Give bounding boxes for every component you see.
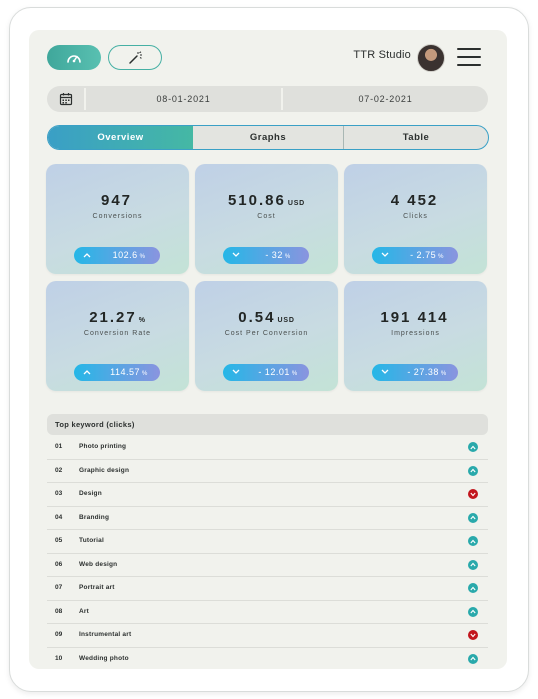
metric-label: Conversion Rate (83, 330, 152, 337)
change-badge[interactable]: - 2.75% (372, 247, 458, 264)
menu-button[interactable] (457, 45, 481, 69)
chevron-up-icon (83, 253, 91, 258)
chevron-up-icon (83, 370, 91, 375)
magic-wand-button[interactable] (108, 45, 162, 70)
trend-down-icon (468, 630, 478, 640)
change-badge[interactable]: 114.57% (74, 364, 160, 381)
list-item[interactable]: 06 Web design (47, 554, 488, 577)
change-badge[interactable]: - 12.01% (223, 364, 309, 381)
metric-value: 21.27 (89, 309, 137, 326)
view-tabs: Overview Graphs Table (47, 125, 489, 150)
hamburger-menu-icon (457, 48, 481, 50)
metric-value: 510.86 (227, 192, 286, 209)
list-item[interactable]: 05 Tutorial (47, 530, 488, 554)
speedometer-icon (67, 54, 81, 63)
date-range-bar: 08-01-2021 07-02-2021 (47, 86, 488, 112)
list-item[interactable]: 02 Graphic design (47, 460, 488, 483)
keywords-list: 01 Photo printing 02 Graphic design 03 Desi… (47, 436, 488, 669)
metric-card-impressions: 191 414 Impressions - 27.38% (344, 281, 487, 391)
metric-label: Cost Per Conversion (224, 330, 309, 337)
list-item[interactable]: 09 Instrumental art (47, 624, 488, 648)
metric-value: 947 (100, 192, 133, 209)
metric-label: Impressions (391, 330, 440, 337)
trend-up-icon (468, 536, 478, 546)
keywords-title: Top keyword (clicks) (47, 414, 488, 435)
metric-card-cost: 510.86 USD Cost - 32% (195, 164, 338, 274)
trend-up-icon (468, 465, 478, 476)
metric-card-conversion-rate: 21.27% Conversion Rate 114.57% (46, 281, 189, 391)
studio-name: TTR Studio (353, 49, 411, 61)
list-item[interactable]: 08 Art (47, 601, 488, 624)
chevron-down-icon (381, 252, 389, 257)
chevron-down-icon (232, 252, 240, 257)
change-badge[interactable]: - 27.38% (372, 364, 458, 381)
tab-graphs[interactable]: Graphs (193, 126, 344, 149)
metric-label: Conversions (92, 213, 143, 220)
trend-up-icon (468, 606, 478, 617)
trend-up-icon (468, 583, 478, 593)
tab-overview[interactable]: Overview (48, 126, 193, 149)
metric-label: Cost (257, 213, 276, 220)
calendar-icon[interactable] (59, 92, 73, 106)
metric-value: 191 414 (380, 309, 449, 326)
trend-up-icon (468, 653, 478, 664)
trend-down-icon (468, 489, 478, 499)
list-item[interactable]: 10 Wedding photo (47, 648, 488, 670)
metric-card-conversions: 947 Conversions 102.6% (46, 164, 189, 274)
metric-card-clicks: 4 452 Clicks - 2.75% (344, 164, 487, 274)
change-badge[interactable]: 102.6% (74, 247, 160, 264)
trend-up-icon (468, 512, 478, 523)
metric-card-cost-per-conversion: 0.54 USD Cost Per Conversion - 12.01% (195, 281, 338, 391)
list-item[interactable]: 01 Photo printing (47, 436, 488, 460)
metric-value: 0.54 (238, 309, 276, 326)
metric-value: 4 452 (390, 192, 439, 209)
list-item[interactable]: 04 Branding (47, 507, 488, 530)
avatar[interactable] (417, 44, 445, 72)
tab-table[interactable]: Table (344, 126, 488, 149)
start-date[interactable]: 08-01-2021 (86, 86, 281, 112)
list-item[interactable]: 03 Design (47, 483, 488, 507)
end-date[interactable]: 07-02-2021 (283, 86, 488, 112)
trend-up-icon (468, 442, 478, 452)
chevron-down-icon (232, 369, 240, 374)
dashboard-screen: TTR Studio 08-01-2021 07-02-2021 Overvie… (29, 30, 507, 669)
change-badge[interactable]: - 32% (223, 247, 309, 264)
chevron-down-icon (381, 369, 389, 374)
speedometer-button[interactable] (47, 45, 101, 70)
trend-up-icon (468, 559, 478, 570)
magic-wand-icon (129, 50, 142, 64)
list-item[interactable]: 07 Portrait art (47, 577, 488, 601)
metric-label: Clicks (403, 213, 428, 220)
